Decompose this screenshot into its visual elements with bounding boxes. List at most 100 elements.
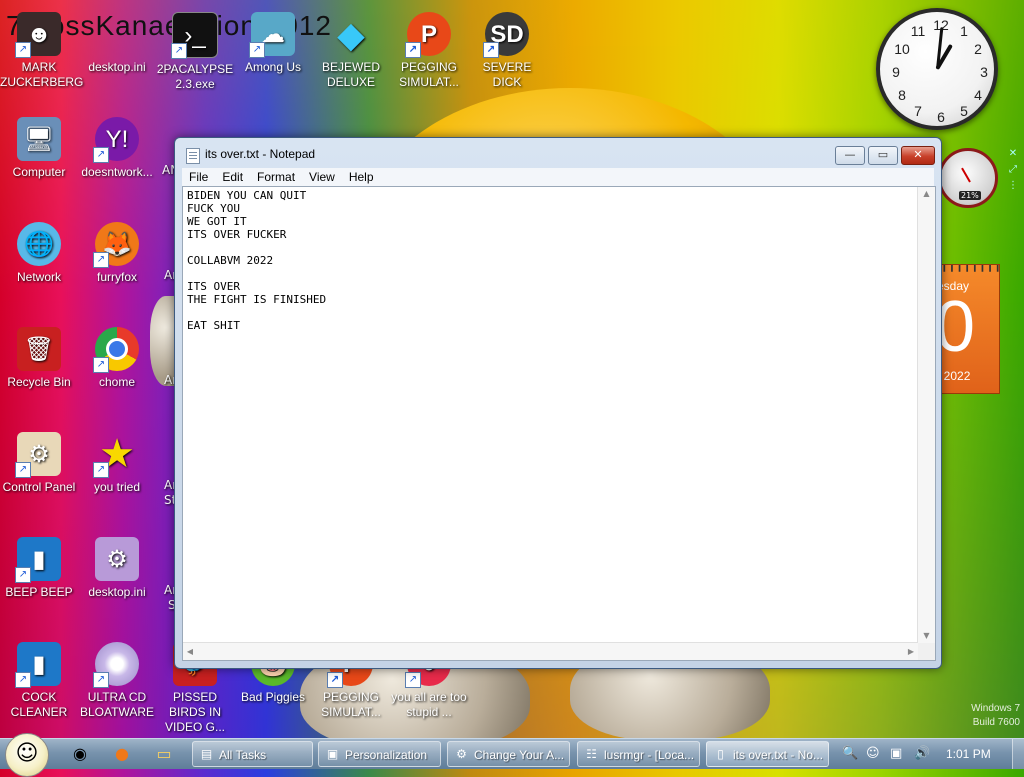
cd-icon: ↗ [93,642,139,688]
resize-grip[interactable] [918,643,935,660]
notepad-icon [186,148,200,164]
scroll-right-arrow-icon[interactable]: ▶ [904,643,918,660]
cpu-percent: 21% [959,191,981,200]
desktop-icon-network[interactable]: 🌐 Network [0,222,78,285]
file-icon [95,12,139,56]
scroll-up-arrow-icon[interactable]: ▲ [918,187,935,201]
maximize-button[interactable]: ▭ [868,146,898,165]
window-titlebar[interactable]: its over.txt - Notepad — ▭ ✕ [175,138,941,170]
desktop-icon-desktop-ini[interactable]: desktop.ini [78,12,156,75]
desktop-icon-mark-zuckerberg[interactable]: ☻ ↗ MARK ZUCKERBERG [0,12,83,90]
taskbar-item-notepad[interactable]: ▯ its over.txt - No... [706,741,829,767]
clock-numeral: 10 [894,41,910,57]
taskbar-chrome-icon[interactable]: ◉ [62,742,98,766]
window-title: its over.txt - Notepad [205,147,316,161]
scroll-down-arrow-icon[interactable]: ▼ [918,629,935,643]
desktop-icon-desktop-ini-2[interactable]: ⚙ desktop.ini [78,537,156,600]
gem-icon: ◆ [337,13,365,55]
watermark-line: Build 7600 [972,717,1020,728]
taskbar-item-lusrmgr[interactable]: ☷ lusrmgr - [Loca... [577,741,700,767]
clock-numeral: 8 [898,87,906,103]
menu-bar: File Edit Format View Help [182,168,934,186]
star-icon: ★ ↗ [93,432,139,478]
calendar-date-number: 0 [941,287,975,367]
horizontal-scrollbar[interactable]: ◀ ▶ [183,642,918,660]
user-accounts-icon: ⚙ [456,747,467,761]
clock-numeral: 3 [980,64,988,80]
calendar-month-year: t 2022 [940,369,971,383]
folder-icon: ▤ [200,747,213,761]
desktop-icon-you-tried[interactable]: ★ ↗ you tried [78,432,156,495]
cmd-icon: ›_ ↗ [171,12,218,59]
clock-gadget[interactable]: 12 1 2 3 4 5 6 7 8 9 10 11 [876,8,998,130]
notepad-icon: ▯ [717,747,724,761]
scroll-left-arrow-icon[interactable]: ◀ [183,643,197,660]
taskbar-clock[interactable]: 1:01 PM [946,745,991,763]
clock-numeral: 11 [910,23,926,39]
vertical-scrollbar[interactable]: ▲ ▼ [917,187,935,643]
settings-file-icon: ⚙ [95,537,139,581]
desktop-icon-ultra-cd-bloatware[interactable]: ↗ ULTRA CD BLOATWARE [78,642,156,720]
document-text[interactable]: BIDEN YOU CAN QUIT FUCK YOU WE GOT IT IT… [187,189,326,332]
taskbar: ☺ ◉ ● ▭ ▤ All Tasks ▣ Personalization ⚙ Cha… [0,733,1024,777]
desktop-icon-control-panel[interactable]: ⚙ ↗ Control Panel [0,432,78,495]
desktop-icon-computer[interactable]: 🖥 Computer [0,117,78,180]
desktop-icon-bejeweled[interactable]: ◆ BEJEWED DELUXE [312,12,390,90]
gadget-toolbar: ✕ ⤢ ⋮ [1006,146,1020,194]
desktop-icon-severe-dick[interactable]: SD ↗ SEVERE DICK [468,12,546,90]
menu-format[interactable]: Format [250,168,302,185]
lusrmgr-icon: ☷ [586,747,597,761]
calendar-rings: ┃┃┃┃┃┃┃┃ [941,264,1000,272]
gadget-resize-icon[interactable]: ⤢ [1006,162,1020,178]
menu-view[interactable]: View [302,168,342,185]
menu-file[interactable]: File [182,168,215,185]
control-panel-icon: ⚙ ↗ [15,432,61,478]
calendar-gadget[interactable]: ┃┃┃┃┃┃┃┃ esday 0 t 2022 [940,264,1000,394]
desktop-icon-pegging-simulator[interactable]: P ↗ PEGGING SIMULAT... [390,12,468,90]
gear-sd-icon: SD ↗ [483,12,529,58]
menu-edit[interactable]: Edit [215,168,250,185]
text-editor-area[interactable]: BIDEN YOU CAN QUIT FUCK YOU WE GOT IT IT… [182,186,936,661]
clock-numeral: 5 [960,103,968,119]
clock-numeral: 7 [914,103,922,119]
network-tray-icon[interactable]: ▣ [890,745,902,763]
desktop-icon-among-us[interactable]: ☁ ↗ Among Us [234,12,312,75]
cpu-needle [961,167,971,183]
clock-numeral: 1 [960,23,968,39]
close-button[interactable]: ✕ [901,146,935,165]
taskbar-item-all-tasks[interactable]: ▤ All Tasks [192,741,313,767]
p-logo-icon: P↗ [405,12,451,58]
personalization-icon: ▣ [326,747,339,761]
clock-numeral: 4 [974,87,982,103]
gadget-drag-icon[interactable]: ⋮ [1006,178,1020,194]
desktop-icon-doesntwork[interactable]: Y! ↗ doesntwork... [78,117,156,180]
desktop-icon-chome[interactable]: ↗ chome [78,327,156,390]
desktop-icon-cock-cleaner[interactable]: ▮ ↗ COCK CLEANER [0,642,78,720]
gadget-close-icon[interactable]: ✕ [1006,146,1020,162]
blue-box-icon: ▮ ↗ [15,642,61,688]
computer-icon: 🖥 [17,117,61,161]
taskbar-firefox-icon[interactable]: ● [104,742,140,766]
start-button[interactable]: ☺ [5,733,49,777]
taskbar-item-change-your-account[interactable]: ⚙ Change Your A... [447,741,570,767]
notepad-window[interactable]: its over.txt - Notepad — ▭ ✕ File Edit For… [174,137,942,669]
blue-box-icon: ▮ ↗ [15,537,61,583]
minimize-button[interactable]: — [835,146,865,165]
cpu-meter-gadget[interactable]: 21% [938,148,998,208]
clock-numeral: 9 [892,64,900,80]
menu-help[interactable]: Help [342,168,381,185]
clock-numeral: 6 [937,109,945,125]
taskbar-explorer-folder-icon[interactable]: ▭ [146,742,182,766]
tray-status-icon[interactable]: ☺ [866,745,880,763]
windows-watermark: Windows 7 Build 7600 [942,702,1020,730]
yahoo-messenger-icon: Y! ↗ [93,117,139,163]
search-icon[interactable]: 🔍 [842,745,858,763]
desktop-icon-beep-beep[interactable]: ▮ ↗ BEEP BEEP [0,537,78,600]
desktop-icon-2pacalypse[interactable]: ›_ ↗ 2PACALYPSE 2.3.exe [156,12,234,92]
person-icon: ☻ ↗ [15,12,61,58]
show-desktop-button[interactable] [1012,739,1024,769]
volume-icon[interactable]: 🔊 [914,745,930,763]
desktop-icon-furryfox[interactable]: 🦊 ↗ furryfox [78,222,156,285]
desktop-icon-recycle-bin[interactable]: 🗑 Recycle Bin [0,327,78,390]
taskbar-item-personalization[interactable]: ▣ Personalization [318,741,441,767]
